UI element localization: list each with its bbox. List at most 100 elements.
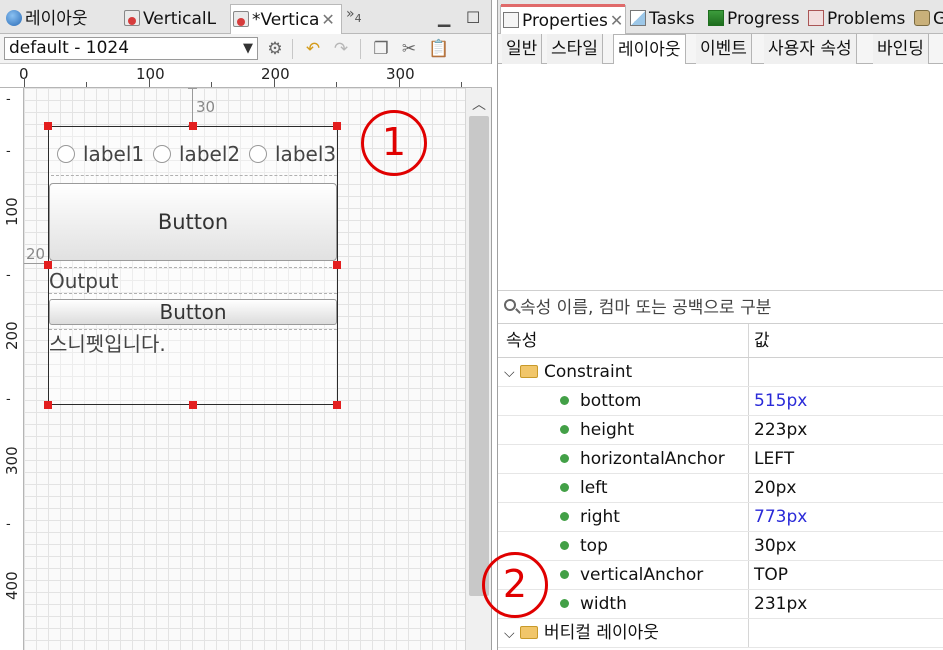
property-row-height[interactable]: height 223px bbox=[498, 416, 943, 445]
resize-handle-e[interactable] bbox=[333, 261, 341, 269]
tab-general[interactable]: 일반 bbox=[502, 34, 543, 64]
search-icon bbox=[504, 299, 516, 311]
property-filter-input[interactable] bbox=[520, 295, 930, 321]
tab-user-properties[interactable]: 사용자 속성 bbox=[764, 34, 857, 64]
property-row-vertical-anchor[interactable]: verticalAnchor TOP bbox=[498, 561, 943, 590]
cut-icon[interactable]: ✂ bbox=[400, 40, 418, 58]
resize-handle-ne[interactable] bbox=[333, 122, 341, 130]
property-filter bbox=[498, 290, 943, 324]
property-dot-icon bbox=[560, 570, 569, 579]
chevron-down-icon[interactable]: ▼ bbox=[243, 38, 253, 59]
gear-icon[interactable]: ⚙ bbox=[266, 40, 284, 58]
progress-icon bbox=[708, 10, 724, 26]
tab-layout[interactable]: 레이아웃 bbox=[613, 34, 686, 64]
minimize-icon[interactable]: ▁ bbox=[438, 8, 450, 27]
editor-tab-vertica-active[interactable]: *Vertica ✕ bbox=[230, 4, 342, 34]
redo-icon[interactable]: ↷ bbox=[332, 40, 350, 58]
property-row-width[interactable]: width 231px bbox=[498, 590, 943, 619]
property-row-bottom[interactable]: bottom 515px bbox=[498, 387, 943, 416]
button-small[interactable]: Button bbox=[49, 299, 337, 325]
output-label[interactable]: Output bbox=[49, 267, 337, 294]
tab-style[interactable]: 스타일 bbox=[547, 34, 603, 64]
vertical-layout-container[interactable]: label1 label2 label3 Button Output Butto… bbox=[44, 122, 341, 409]
folder-open-icon bbox=[520, 365, 538, 378]
properties-view: Properties ✕ Tasks Progress Problems G 일반… bbox=[482, 0, 943, 650]
resize-handle-n[interactable] bbox=[189, 122, 197, 130]
view-tab-properties[interactable]: Properties ✕ bbox=[500, 4, 626, 34]
git-icon bbox=[914, 10, 930, 26]
property-dot-icon bbox=[560, 396, 569, 405]
view-tab-tasks[interactable]: Tasks bbox=[628, 5, 704, 34]
properties-icon bbox=[503, 12, 519, 28]
property-value[interactable]: 20px bbox=[754, 474, 796, 503]
button-large[interactable]: Button bbox=[49, 183, 337, 261]
tab-overflow-button[interactable]: »4 bbox=[346, 6, 362, 25]
left-margin-label: 20 bbox=[26, 245, 46, 263]
radio-label2[interactable]: label2 bbox=[153, 142, 245, 166]
radio-label1[interactable]: label1 bbox=[57, 142, 149, 166]
property-dot-icon bbox=[560, 599, 569, 608]
tab-content-area bbox=[498, 64, 943, 290]
property-value[interactable]: 231px bbox=[754, 590, 807, 619]
globe-icon bbox=[6, 10, 22, 26]
property-row-horizontal-anchor[interactable]: horizontalAnchor LEFT bbox=[498, 445, 943, 474]
column-header-name: 속성 bbox=[498, 324, 749, 357]
copy-icon[interactable]: ❐ bbox=[372, 40, 390, 58]
resize-handle-sw[interactable] bbox=[44, 401, 52, 409]
property-row-top[interactable]: top 30px bbox=[498, 532, 943, 561]
editor-tab-bar: 레이아웃 VerticalL *Vertica ✕ »4 ▁ ☐ bbox=[0, 0, 491, 34]
property-value[interactable]: 773px bbox=[754, 503, 807, 532]
editor-tab-verticall[interactable]: VerticalL bbox=[122, 4, 228, 34]
resize-handle-se[interactable] bbox=[333, 401, 341, 409]
column-header-value: 값 bbox=[754, 331, 770, 351]
java-file-icon bbox=[233, 11, 249, 27]
radio-circle-icon bbox=[57, 145, 75, 163]
group-row-constraint[interactable]: ⌵ Constraint bbox=[498, 358, 943, 387]
folder-open-icon bbox=[520, 626, 538, 639]
chevron-down-icon[interactable]: ⌵ bbox=[504, 620, 520, 647]
paste-icon[interactable]: 📋 bbox=[428, 40, 449, 58]
view-tab-bar: Properties ✕ Tasks Progress Problems G bbox=[498, 0, 943, 34]
toolbar-separator bbox=[360, 39, 361, 59]
scrollbar-thumb[interactable] bbox=[469, 116, 489, 596]
view-tab-progress[interactable]: Progress bbox=[706, 5, 804, 34]
undo-icon[interactable]: ↶ bbox=[304, 40, 322, 58]
property-value[interactable]: LEFT bbox=[754, 445, 794, 474]
editor-toolbar: default - 1024 ▼ ⚙ ↶ ↷ ❐ ✂ 📋 bbox=[0, 34, 491, 64]
snippet-label[interactable]: 스니펫입니다. bbox=[49, 329, 337, 359]
group-row-vertical-layout[interactable]: ⌵ 버티컬 레이아웃 bbox=[498, 619, 943, 648]
property-value[interactable]: 515px bbox=[754, 387, 807, 416]
editor-pane: 레이아웃 VerticalL *Vertica ✕ »4 ▁ ☐ default … bbox=[0, 0, 492, 650]
property-value[interactable]: TOP bbox=[754, 561, 788, 590]
radio-label3[interactable]: label3 bbox=[249, 142, 335, 166]
radio-group: label1 label2 label3 bbox=[51, 134, 337, 176]
chevron-up-icon[interactable]: ︿ bbox=[466, 94, 492, 114]
property-dot-icon bbox=[560, 541, 569, 550]
problems-icon bbox=[808, 10, 824, 26]
editor-tab-layout[interactable]: 레이아웃 bbox=[4, 4, 120, 34]
view-tab-git[interactable]: G bbox=[912, 5, 943, 34]
resolution-select[interactable]: default - 1024 ▼ bbox=[4, 37, 258, 60]
resize-handle-w[interactable] bbox=[44, 261, 52, 269]
tab-binding[interactable]: 바인딩 bbox=[873, 34, 929, 64]
tab-events[interactable]: 이벤트 bbox=[696, 34, 752, 64]
close-icon[interactable]: ✕ bbox=[610, 11, 623, 30]
chevron-down-icon[interactable]: ⌵ bbox=[504, 359, 520, 386]
property-value[interactable]: 223px bbox=[754, 416, 807, 445]
property-table: 속성 값 ⌵ Constraint bottom 515px height 223… bbox=[498, 324, 943, 648]
property-dot-icon bbox=[560, 425, 569, 434]
radio-circle-icon bbox=[249, 145, 267, 163]
resize-handle-s[interactable] bbox=[189, 401, 197, 409]
maximize-icon[interactable]: ☐ bbox=[466, 8, 480, 27]
top-margin-label: 30 bbox=[196, 98, 216, 116]
property-row-left[interactable]: left 20px bbox=[498, 474, 943, 503]
design-canvas[interactable]: 30 20 label1 label2 label3 Button Output… bbox=[24, 88, 465, 650]
annotation-callout-1: 1 bbox=[361, 110, 427, 176]
view-tab-problems[interactable]: Problems bbox=[806, 5, 910, 34]
vertical-ruler: - - 100 - 200 - 300 - 400 bbox=[0, 88, 24, 650]
resize-handle-nw[interactable] bbox=[44, 122, 52, 130]
property-row-right[interactable]: right 773px bbox=[498, 503, 943, 532]
property-value[interactable]: 30px bbox=[754, 532, 796, 561]
close-icon[interactable]: ✕ bbox=[321, 10, 334, 29]
radio-circle-icon bbox=[153, 145, 171, 163]
